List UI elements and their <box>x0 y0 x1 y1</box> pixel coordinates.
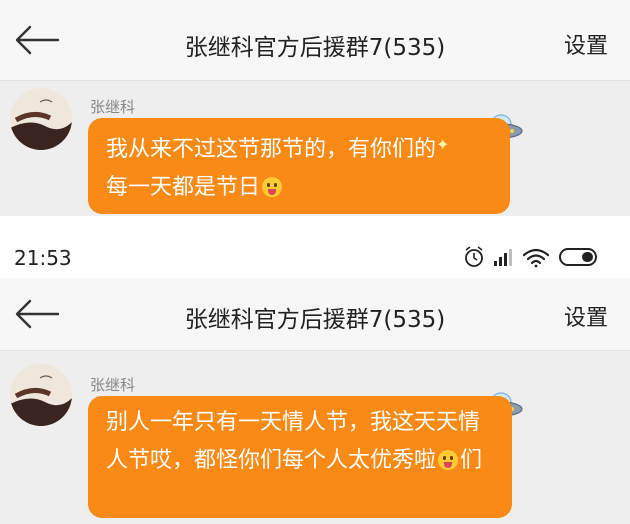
message-text-part-1: 我从来不过这节那节的，有你们的 <box>106 137 437 162</box>
message-bubble[interactable]: 别人一年只有一天情人节，我这天天情人节哎，都怪你们每个人太优秀啦们 <box>88 396 512 518</box>
sender-name: 张继科 <box>90 98 136 116</box>
screenshot-separator <box>0 216 630 236</box>
chat-header: 张继科官方后援群7(535) 设置 <box>0 278 630 351</box>
chat-header: 张继科官方后援群7(535) 设置 <box>0 0 630 81</box>
message-text-after-emoji: 们 <box>460 448 483 473</box>
group-title: 张继科官方后援群7(535) <box>184 307 446 333</box>
wifi-icon <box>522 248 550 268</box>
chat-screen-top: 张继科官方后援群7(535) 设置 张继科 我从来不过这节那节的，有你们的✦ 每… <box>0 0 630 216</box>
message-text-part-2: 每一天都是节日 <box>106 175 261 200</box>
tongue-out-face-icon <box>262 177 283 197</box>
settings-button[interactable]: 设置 <box>564 300 608 332</box>
status-icons <box>462 244 612 270</box>
tongue-out-face-icon <box>438 450 459 470</box>
alarm-icon <box>465 246 483 267</box>
settings-button[interactable]: 设置 <box>564 28 608 60</box>
message-bubble[interactable]: 我从来不过这节那节的，有你们的✦ 每一天都是节日 <box>88 118 510 214</box>
avatar[interactable] <box>10 364 72 426</box>
signal-icon <box>494 249 512 266</box>
message-text-before-emoji: 别人一年只有一天情人节，我这天天情人节哎，都怪你们每个人太优秀啦 <box>106 410 481 473</box>
sender-name: 张继科 <box>90 376 136 394</box>
chat-screen-bottom: 21:53 张继科官方后援群7(535) 设置 张继科 别人一年只有一天情人节，… <box>0 236 630 524</box>
status-bar: 21:53 <box>0 236 630 278</box>
avatar[interactable] <box>10 88 72 150</box>
sparkle-icon: ✦ <box>436 135 450 154</box>
group-title: 张继科官方后援群7(535) <box>184 35 446 61</box>
battery-icon <box>559 248 597 266</box>
status-time: 21:53 <box>14 246 72 270</box>
